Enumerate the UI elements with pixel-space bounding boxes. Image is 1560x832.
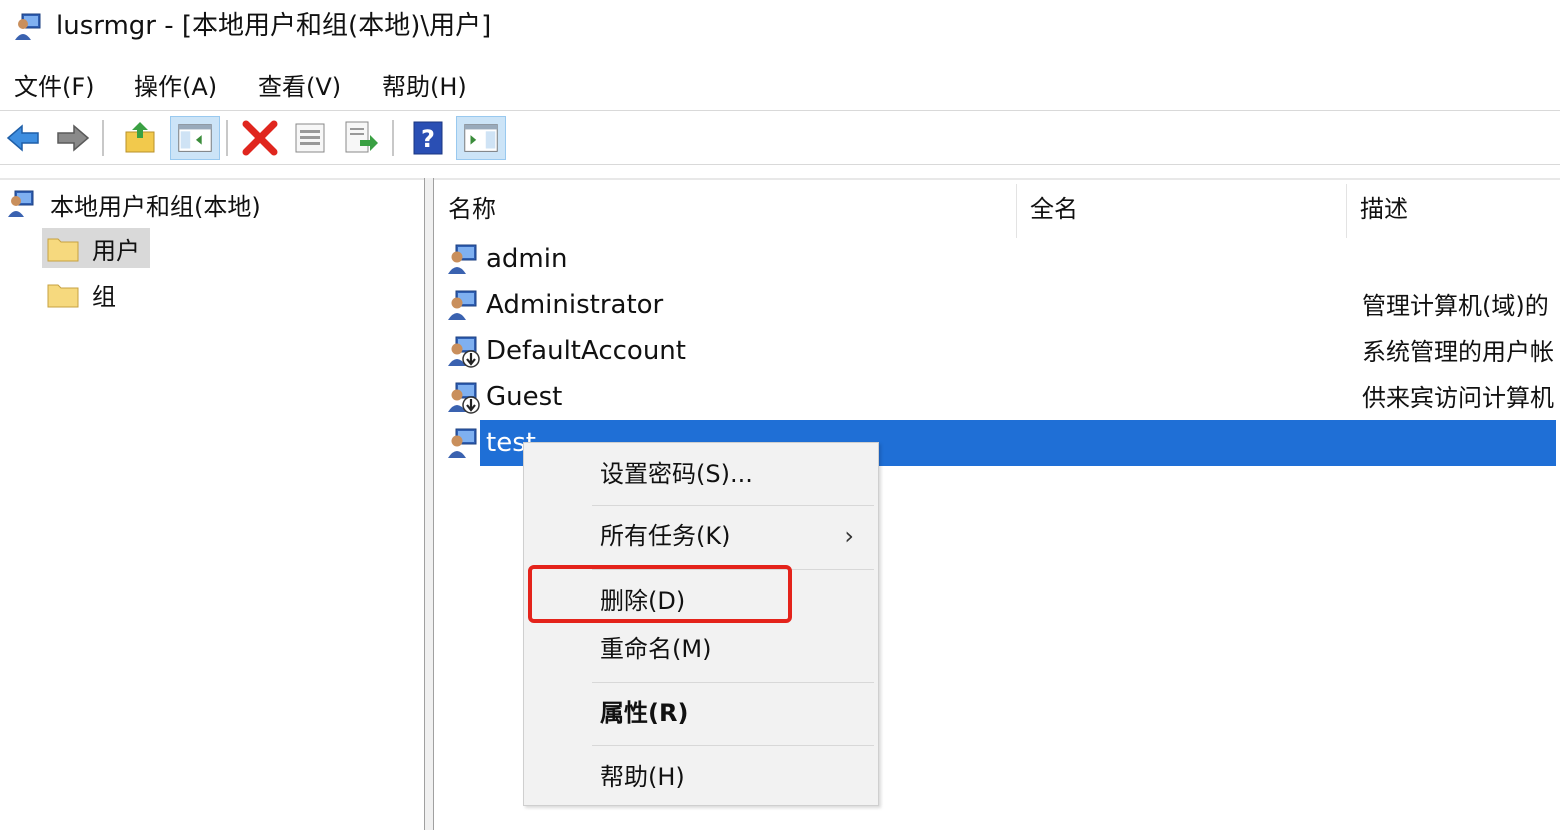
chevron-right-icon: › [844, 522, 854, 550]
properties-icon[interactable] [290, 118, 330, 158]
row-description: 管理计算机(域)的 [1362, 292, 1549, 320]
forward-icon[interactable] [52, 118, 92, 158]
disabled-user-icon [448, 336, 480, 368]
menu-help-item[interactable]: 帮助(H) [600, 760, 685, 794]
tree-item-label: 用户 [92, 236, 140, 265]
export-list-icon[interactable] [340, 118, 380, 158]
menu-help[interactable]: 帮助(H) [382, 70, 467, 104]
row-name: DefaultAccount [486, 336, 686, 366]
folder-icon [47, 284, 79, 308]
tree-item-users[interactable]: 用户 [42, 228, 150, 268]
user-icon [448, 290, 477, 320]
column-header-fullname[interactable]: 全名 [1030, 192, 1078, 226]
toolbar: ? [0, 112, 1560, 164]
menu-all-tasks[interactable]: 所有任务(K) [600, 519, 856, 553]
row-description: 供来宾访问计算机 [1362, 384, 1554, 412]
disabled-user-icon [448, 382, 480, 414]
menu-separator [592, 745, 874, 746]
list-row-administrator[interactable]: Administrator 管理计算机(域)的 [434, 282, 1560, 328]
menu-file[interactable]: 文件(F) [14, 70, 95, 104]
pane-splitter[interactable] [424, 178, 434, 830]
users-app-icon [15, 13, 41, 40]
delete-highlight-annotation [528, 565, 792, 623]
list-row-admin[interactable]: admin [434, 236, 1560, 282]
menu-all-tasks-label: 所有任务(K) [600, 522, 731, 550]
list-row-guest[interactable]: Guest 供来宾访问计算机 [434, 374, 1560, 420]
tree-root-label: 本地用户和组(本地) [50, 192, 261, 221]
context-menu: 设置密码(S)... 所有任务(K) › 删除(D) 重命名(M) 属性(R) … [523, 442, 879, 806]
help-icon[interactable]: ? [408, 118, 448, 158]
action-pane-icon[interactable] [456, 116, 506, 160]
show-hide-tree-icon[interactable] [170, 116, 220, 160]
menu-properties[interactable]: 属性(R) [600, 696, 688, 730]
column-divider[interactable] [1346, 184, 1347, 238]
user-icon [448, 244, 477, 274]
row-name: Guest [486, 382, 563, 412]
users-groups-icon [8, 190, 34, 217]
toolbar-separator-line [0, 164, 1560, 165]
tree-pane: 本地用户和组(本地) 用户 组 [0, 178, 424, 832]
toolbar-separator [102, 120, 104, 156]
menu-rename[interactable]: 重命名(M) [600, 632, 711, 666]
user-icon [448, 428, 477, 458]
window-title: lusrmgr - [本地用户和组(本地)\用户] [56, 11, 492, 41]
menu-bar: 文件(F) 操作(A) 查看(V) 帮助(H) [0, 62, 1560, 110]
row-name: Administrator [486, 290, 664, 320]
menu-action[interactable]: 操作(A) [134, 70, 217, 104]
toolbar-separator [226, 120, 228, 156]
column-header-description[interactable]: 描述 [1360, 192, 1408, 226]
row-name: admin [486, 244, 568, 274]
menu-separator [592, 682, 874, 683]
row-description: 系统管理的用户帐 [1362, 338, 1554, 366]
tree-root[interactable]: 本地用户和组(本地) [4, 184, 261, 224]
title-bar: lusrmgr - [本地用户和组(本地)\用户] [0, 0, 1560, 56]
tree-item-groups[interactable]: 组 [42, 274, 116, 314]
menu-separator [592, 505, 874, 506]
svg-text:?: ? [421, 125, 435, 153]
menu-separator [0, 110, 1560, 111]
column-divider[interactable] [1016, 184, 1017, 238]
folder-icon [47, 238, 79, 262]
column-header-name[interactable]: 名称 [448, 192, 496, 226]
back-icon[interactable] [4, 118, 44, 158]
tree-item-label: 组 [92, 282, 116, 311]
menu-view[interactable]: 查看(V) [258, 70, 341, 104]
delete-icon[interactable] [240, 118, 280, 158]
list-row-defaultaccount[interactable]: DefaultAccount 系统管理的用户帐 [434, 328, 1560, 374]
menu-set-password[interactable]: 设置密码(S)... [600, 457, 753, 491]
toolbar-separator [392, 120, 394, 156]
up-folder-icon[interactable] [120, 118, 160, 158]
